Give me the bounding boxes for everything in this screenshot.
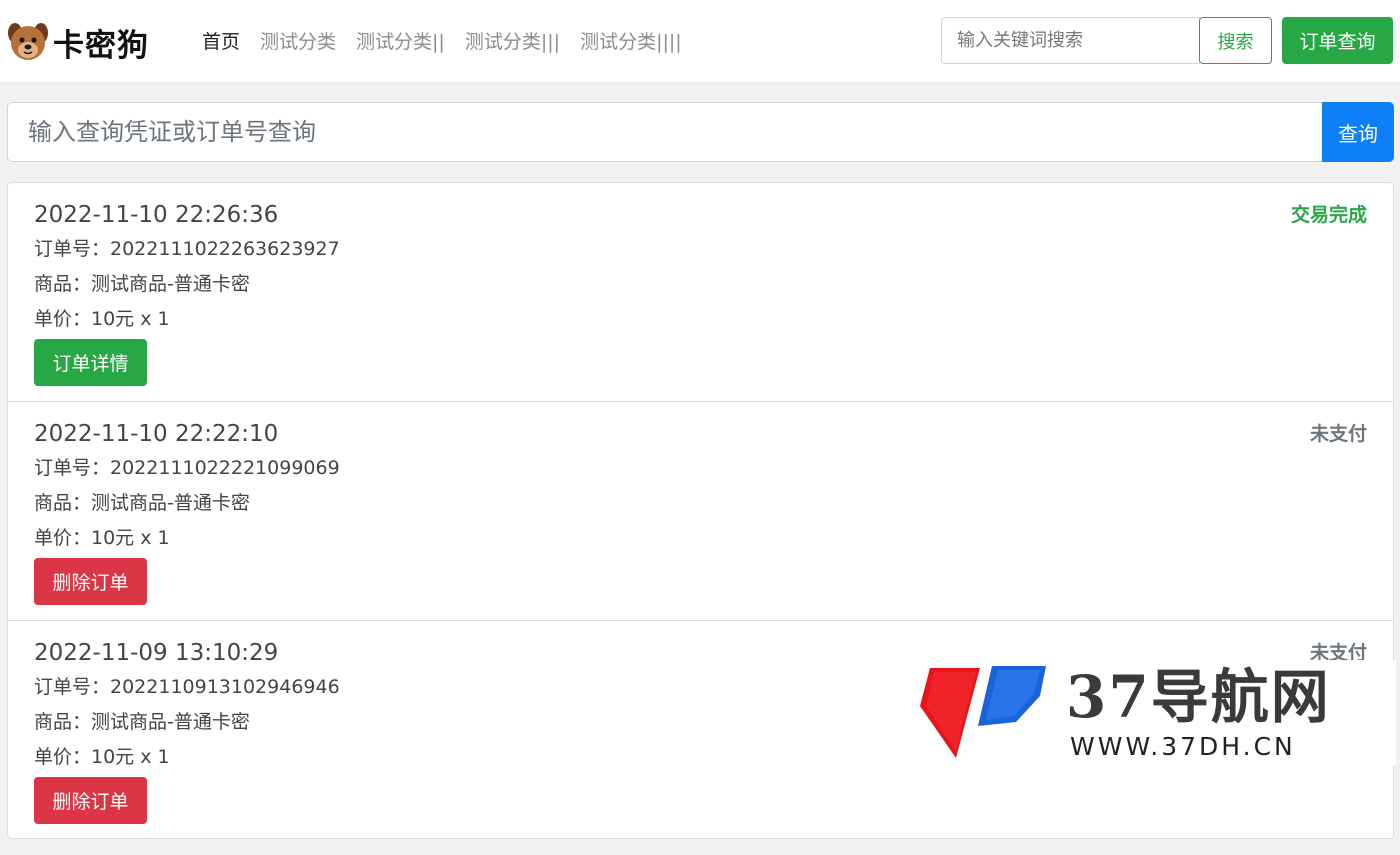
watermark-title: 37导航网 bbox=[1066, 663, 1331, 731]
delete-order-button[interactable]: 删除订单 bbox=[34, 558, 147, 605]
keyword-search-input[interactable] bbox=[941, 17, 1200, 64]
nav-item-category-2[interactable]: 测试分类|| bbox=[356, 28, 445, 56]
order-status-badge: 交易完成 bbox=[1290, 204, 1367, 226]
order-price: 单价：10元 x 1 bbox=[34, 308, 170, 330]
order-details-button[interactable]: 订单详情 bbox=[34, 339, 147, 386]
order-product: 商品：测试商品-普通卡密 bbox=[34, 492, 250, 514]
order-item: 2022-11-10 22:26:36 交易完成 订单号：20221110222… bbox=[8, 183, 1393, 402]
order-status-badge: 未支付 bbox=[1309, 423, 1367, 445]
dog-face-icon bbox=[8, 23, 48, 60]
top-navbar: 卡密狗 首页 测试分类 测试分类|| 测试分类||| 测试分类|||| 搜索 订… bbox=[0, 0, 1400, 82]
order-number: 订单号：2022110913102946946 bbox=[34, 676, 340, 698]
main-nav: 首页 测试分类 测试分类|| 测试分类||| 测试分类|||| bbox=[202, 28, 682, 56]
search-button[interactable]: 搜索 bbox=[1199, 17, 1272, 64]
order-number: 订单号：2022111022263623927 bbox=[34, 238, 340, 260]
order-query-input[interactable] bbox=[7, 102, 1323, 162]
nav-item-home[interactable]: 首页 bbox=[202, 28, 240, 56]
order-item: 2022-11-10 22:22:10 未支付 订单号：202211102222… bbox=[8, 402, 1393, 621]
brand-home-link[interactable]: 卡密狗 bbox=[7, 20, 149, 64]
order-product: 商品：测试商品-普通卡密 bbox=[34, 711, 250, 733]
order-time: 2022-11-10 22:22:10 bbox=[34, 421, 279, 447]
watermark-logo-icon bbox=[920, 666, 1046, 758]
nav-item-category-4[interactable]: 测试分类|||| bbox=[580, 28, 682, 56]
query-submit-button[interactable]: 查询 bbox=[1322, 102, 1394, 162]
order-time: 2022-11-10 22:26:36 bbox=[34, 202, 279, 228]
order-time: 2022-11-09 13:10:29 bbox=[34, 640, 279, 666]
delete-order-button[interactable]: 删除订单 bbox=[34, 777, 147, 824]
site-watermark: 37导航网 WWW.37DH.CN bbox=[918, 660, 1396, 765]
order-product: 商品：测试商品-普通卡密 bbox=[34, 273, 250, 295]
order-number: 订单号：2022111022221099069 bbox=[34, 457, 340, 479]
order-price: 单价：10元 x 1 bbox=[34, 746, 170, 768]
order-query-button[interactable]: 订单查询 bbox=[1282, 17, 1393, 64]
brand-name: 卡密狗 bbox=[53, 27, 149, 64]
order-price: 单价：10元 x 1 bbox=[34, 527, 170, 549]
nav-item-category-1[interactable]: 测试分类 bbox=[260, 28, 336, 56]
nav-item-category-3[interactable]: 测试分类||| bbox=[465, 28, 560, 56]
watermark-url: WWW.37DH.CN bbox=[1070, 732, 1296, 761]
